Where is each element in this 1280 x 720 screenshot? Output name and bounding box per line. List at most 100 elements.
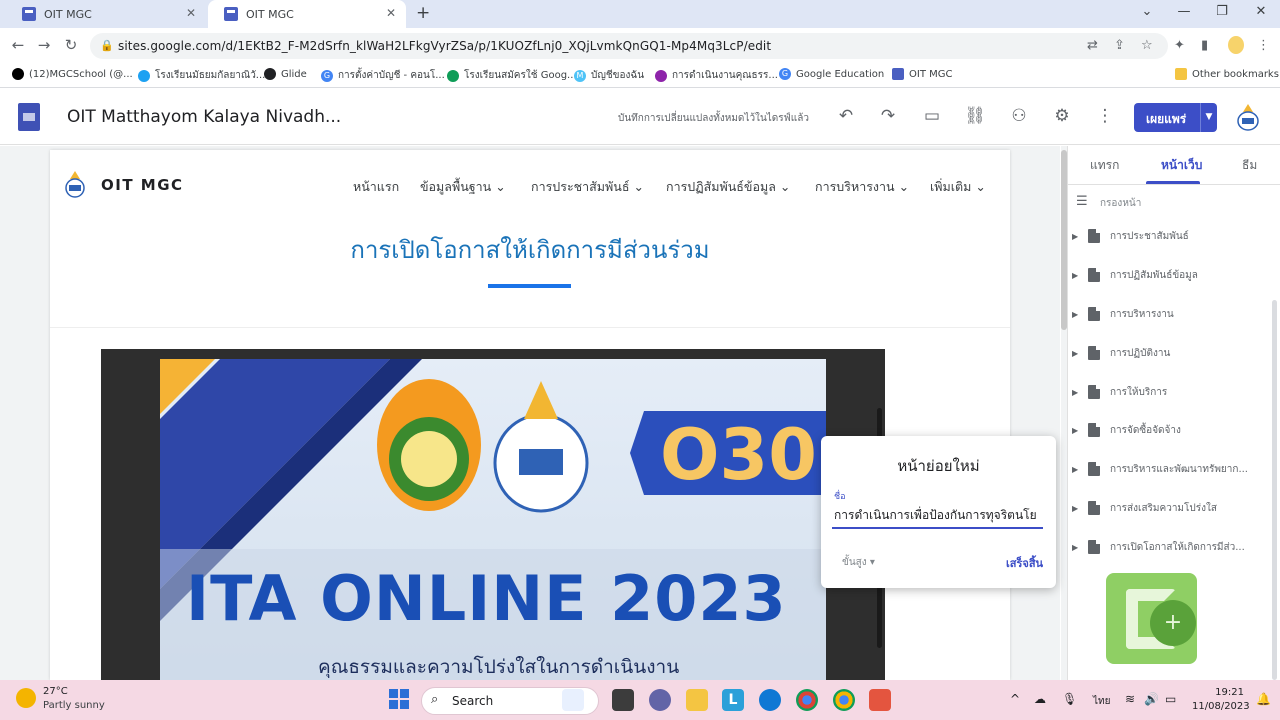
edge-browser-icon[interactable] <box>759 689 781 711</box>
expand-caret-icon[interactable]: ▶ <box>1072 426 1082 435</box>
expand-caret-icon[interactable]: ▶ <box>1072 232 1082 241</box>
expand-caret-icon[interactable]: ▶ <box>1072 543 1082 552</box>
forward-arrow-icon[interactable]: → <box>34 36 54 54</box>
windows-start-icon[interactable] <box>389 689 409 709</box>
done-button[interactable]: เสร็จสิ้น <box>1006 554 1043 572</box>
partly-sunny-weather-icon[interactable] <box>16 688 36 708</box>
share-with-others-icon[interactable]: ⚇ <box>1007 106 1031 126</box>
site-nav-interaction[interactable]: การปฏิสัมพันธ์ข้อมูล ⌄ <box>666 177 790 197</box>
wifi-icon[interactable]: ≋ <box>1125 692 1135 706</box>
clock-date[interactable]: 11/08/2023 <box>1192 701 1250 712</box>
browser-tab-2[interactable]: OIT MGC ✕ <box>208 0 406 28</box>
expand-caret-icon[interactable]: ▶ <box>1072 465 1082 474</box>
back-arrow-icon[interactable]: ← <box>8 36 28 54</box>
profile-avatar-icon[interactable] <box>1228 36 1244 54</box>
publish-dropdown-icon[interactable]: ▼ <box>1200 103 1217 132</box>
page-item[interactable]: ▶ การปฏิสัมพันธ์ข้อมูล <box>1072 265 1198 285</box>
widgets-app-icon[interactable] <box>562 689 584 711</box>
microphone-icon[interactable]: 🎙 <box>1062 692 1077 706</box>
tab-search-chevron-icon[interactable]: ⌄ <box>1137 4 1157 19</box>
bookmark-item[interactable]: Glide <box>264 68 307 80</box>
page-item[interactable]: ▶ การบริหารงาน <box>1072 304 1174 324</box>
url-text[interactable]: sites.google.com/d/1EKtB2_F-M2dSrfn_klWa… <box>118 39 771 53</box>
publish-button[interactable]: เผยแพร่ ▼ <box>1134 103 1217 132</box>
weather-temperature[interactable]: 27°C <box>43 686 68 697</box>
site-nav-pr[interactable]: การประชาสัมพันธ์ ⌄ <box>531 177 644 197</box>
tab-themes[interactable]: ธีม <box>1242 156 1257 175</box>
weather-description[interactable]: Partly sunny <box>43 700 105 711</box>
file-explorer-icon[interactable] <box>686 689 708 711</box>
more-options-icon[interactable]: ⋮ <box>1093 106 1117 126</box>
page-item[interactable]: ▶ การเปิดโอกาสให้เกิดการมีส่ว... <box>1072 537 1245 557</box>
page-item[interactable]: ▶ การประชาสัมพันธ์ <box>1072 226 1189 246</box>
battery-icon[interactable]: ▭ <box>1165 692 1176 706</box>
bookmark-item[interactable]: OIT MGC <box>892 68 952 80</box>
volume-icon[interactable]: 🔊 <box>1144 692 1159 706</box>
input-language[interactable]: ไทย <box>1093 694 1110 709</box>
bookmark-star-icon[interactable]: ☆ <box>1141 38 1153 53</box>
undo-icon[interactable]: ↶ <box>834 106 858 126</box>
expand-caret-icon[interactable]: ▶ <box>1072 388 1082 397</box>
bookmark-item[interactable]: G Google Education <box>779 68 884 80</box>
preview-devices-icon[interactable]: ▭ <box>920 106 944 126</box>
task-view-icon[interactable] <box>612 689 634 711</box>
redo-icon[interactable]: ↷ <box>876 106 900 126</box>
minimize-icon[interactable]: — <box>1174 4 1194 19</box>
tab-close-icon[interactable]: ✕ <box>386 6 396 20</box>
site-doc-title[interactable]: OIT Matthayom Kalaya Nivadh... <box>67 107 341 127</box>
filter-icon[interactable]: ☰ <box>1076 194 1088 209</box>
chrome-menu-icon[interactable]: ⋮ <box>1257 38 1270 53</box>
notifications-bell-icon[interactable]: 🔔 <box>1256 692 1271 706</box>
bookmark-item[interactable]: (12)MGCSchool (@... <box>12 68 133 80</box>
expand-caret-icon[interactable]: ▶ <box>1072 310 1082 319</box>
page-heading[interactable]: การเปิดโอกาสให้เกิดการมีส่วนร่วม <box>50 230 1010 269</box>
school-emblem-avatar-icon[interactable] <box>1236 103 1260 131</box>
filter-pages-input[interactable]: กรองหน้า <box>1100 196 1141 211</box>
restore-icon[interactable]: ❐ <box>1212 4 1232 19</box>
page-item[interactable]: ▶ การให้บริการ <box>1072 382 1167 402</box>
site-nav-basic-info[interactable]: ข้อมูลพื้นฐาน ⌄ <box>420 177 506 197</box>
google-sites-logo-icon[interactable] <box>18 103 40 131</box>
bookmark-item[interactable]: G การตั้งค่าบัญชี - คอนโ... <box>321 68 445 83</box>
expand-caret-icon[interactable]: ▶ <box>1072 504 1082 513</box>
page-item[interactable]: ▶ การส่งเสริมความโปร่งใส <box>1072 498 1217 518</box>
other-bookmarks[interactable]: Other bookmarks <box>1175 68 1279 80</box>
expand-caret-icon[interactable]: ▶ <box>1072 271 1082 280</box>
chrome-browser-icon[interactable] <box>796 689 818 711</box>
page-item[interactable]: ▶ การจัดซื้อจัดจ้าง <box>1072 420 1181 440</box>
browser-tab-1[interactable]: OIT MGC ✕ <box>6 0 206 28</box>
close-window-icon[interactable]: ✕ <box>1251 4 1271 19</box>
bookmark-item[interactable]: การดำเนินงานคุณธรร... <box>655 68 778 83</box>
onedrive-cloud-icon[interactable]: ☁ <box>1034 692 1046 706</box>
line-app-icon[interactable]: L <box>722 689 744 711</box>
site-name[interactable]: OIT MGC <box>101 176 184 194</box>
add-page-plus-icon[interactable]: + <box>1150 600 1196 646</box>
clock-time[interactable]: 19:21 <box>1198 687 1244 698</box>
copy-link-icon[interactable]: ⛓ <box>963 106 987 126</box>
bookmark-item[interactable]: โรงเรียนมัธยมกัลยาณิวั... <box>138 68 265 83</box>
bookmark-item[interactable]: M บัญชีของฉัน <box>574 68 644 83</box>
expand-caret-icon[interactable]: ▶ <box>1072 349 1082 358</box>
extensions-puzzle-icon[interactable]: ✦ <box>1174 38 1185 53</box>
chat-app-icon[interactable] <box>649 689 671 711</box>
advanced-options-button[interactable]: ขั้นสูง ▾ <box>842 555 875 570</box>
page-item[interactable]: ▶ การปฏิบัติงาน <box>1072 343 1170 363</box>
new-tab-plus-icon[interactable]: + <box>416 3 430 23</box>
site-info-lock-icon[interactable]: 🔒 <box>100 39 114 52</box>
site-nav-management[interactable]: การบริหารงาน ⌄ <box>815 177 909 197</box>
panel-scrollbar[interactable] <box>1272 300 1277 680</box>
subpage-name-input[interactable] <box>832 503 1043 529</box>
side-panel-icon[interactable]: ▮ <box>1201 38 1208 53</box>
chrome-profile-icon[interactable] <box>833 689 855 711</box>
camtasia-app-icon[interactable] <box>869 689 891 711</box>
tab-insert[interactable]: แทรก <box>1090 156 1119 175</box>
page-item[interactable]: ▶ การบริหารและพัฒนาทรัพยาก... <box>1072 459 1248 479</box>
site-nav-home[interactable]: หน้าแรก <box>353 177 399 197</box>
tab-close-icon[interactable]: ✕ <box>186 6 196 20</box>
translate-icon[interactable]: ⇄ <box>1087 38 1098 53</box>
share-icon[interactable]: ⇪ <box>1114 38 1125 53</box>
site-nav-more[interactable]: เพิ่มเติม ⌄ <box>930 177 986 197</box>
settings-gear-icon[interactable]: ⚙ <box>1050 106 1074 126</box>
bookmark-item[interactable]: โรงเรียนสมัครใช้ Goog... <box>447 68 577 83</box>
tray-chevron-up-icon[interactable]: ^ <box>1010 692 1020 706</box>
